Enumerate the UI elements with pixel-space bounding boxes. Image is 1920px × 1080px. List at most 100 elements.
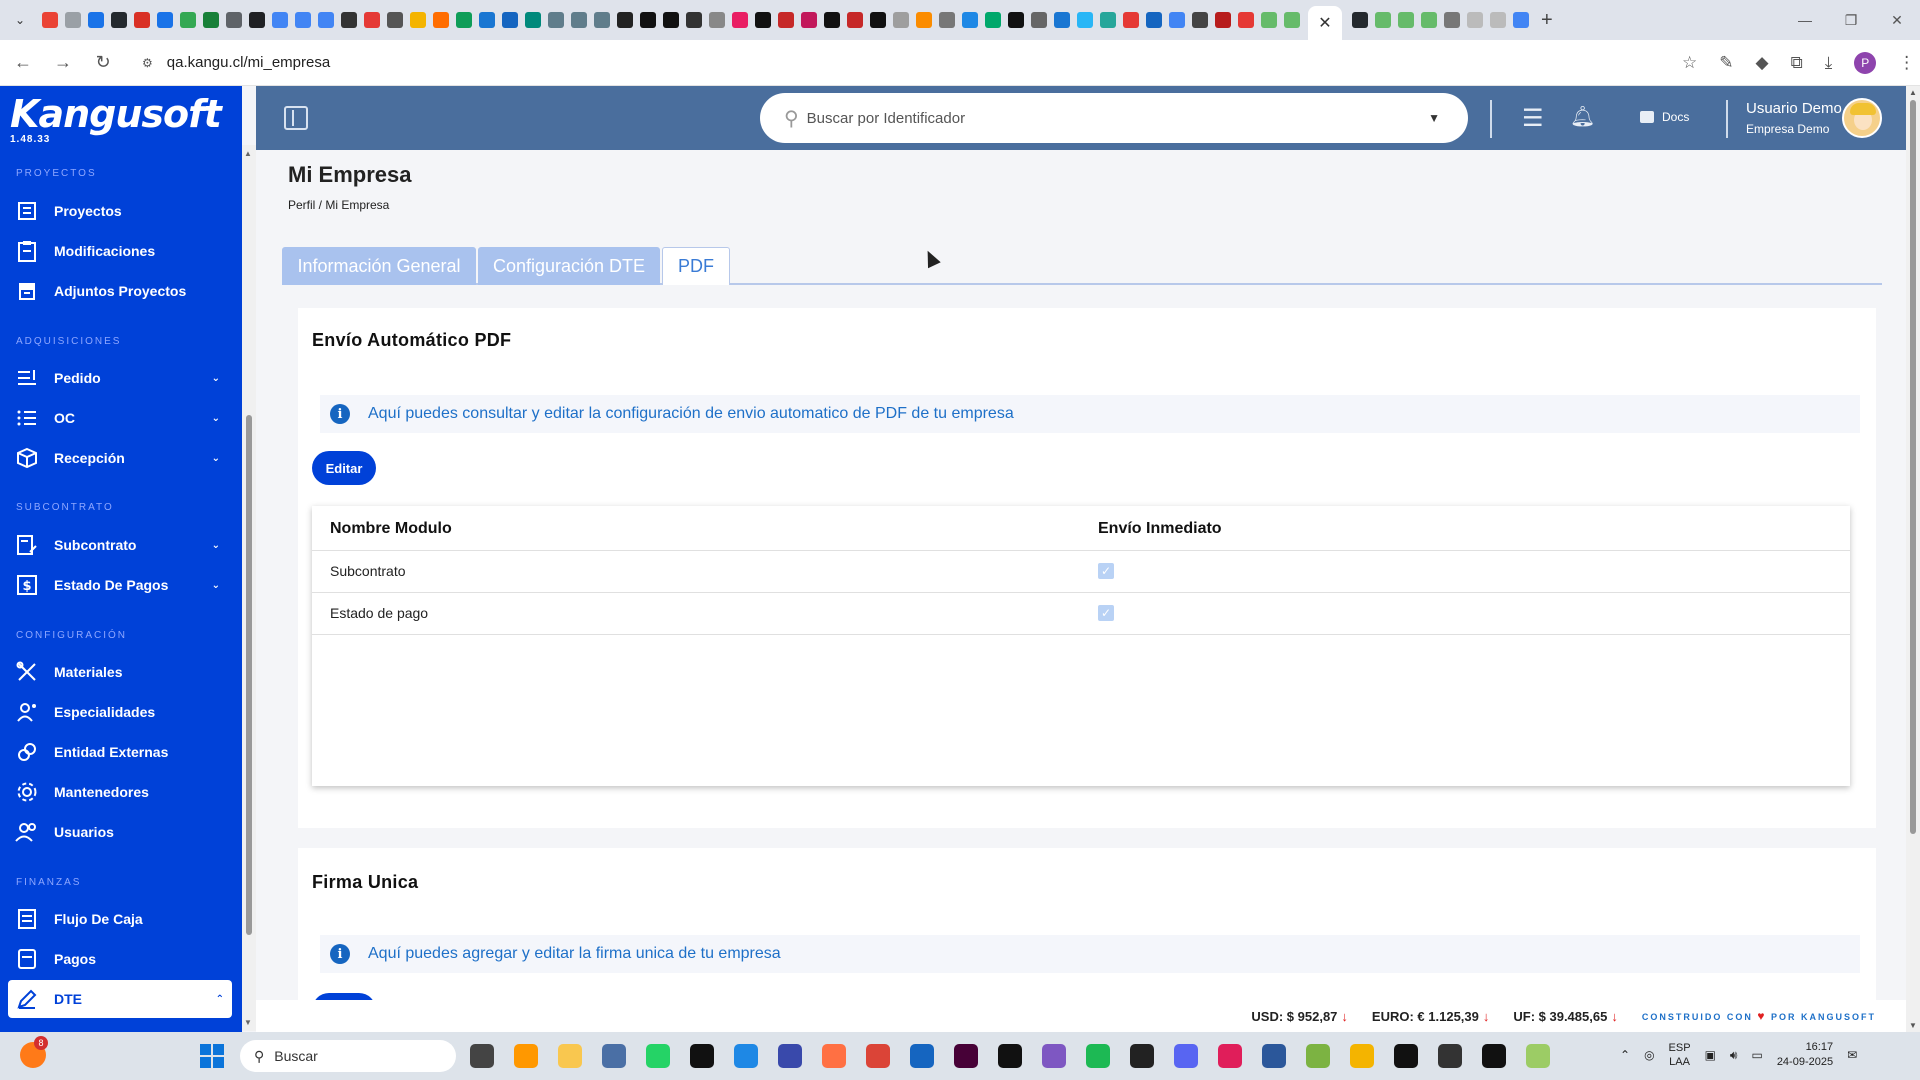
sidebar-item-estado-de-pagos[interactable]: $ Estado De Pagos ⌄ xyxy=(14,566,228,604)
tab-favicon[interactable] xyxy=(1169,12,1185,28)
close-window-icon[interactable]: ✕ xyxy=(1874,0,1920,40)
language-indicator[interactable]: ESP LAA xyxy=(1669,1041,1691,1069)
sidebar-item-pedido[interactable]: Pedido ⌄ xyxy=(14,359,228,397)
tab-configuracion-dte[interactable]: Configuración DTE xyxy=(478,247,660,285)
tab-favicon[interactable] xyxy=(1123,12,1139,28)
tab-favicon[interactable] xyxy=(571,12,587,28)
new-tab-plus-icon[interactable]: + xyxy=(1541,9,1553,32)
scroll-up-icon[interactable]: ▲ xyxy=(1909,88,1917,97)
task-view-icon[interactable] xyxy=(470,1044,494,1068)
tab-favicon[interactable] xyxy=(1513,12,1529,28)
tab-favicon[interactable] xyxy=(548,12,564,28)
terminal-icon[interactable] xyxy=(1130,1044,1154,1068)
tab-favicon[interactable] xyxy=(916,12,932,28)
sidebar-scrollbar[interactable]: ▲ ▼ xyxy=(242,145,256,1031)
tab-favicon[interactable] xyxy=(111,12,127,28)
address-bar[interactable]: ⚙ qa.kangu.cl/mi_empresa xyxy=(132,45,1662,80)
app-icon[interactable] xyxy=(1306,1044,1330,1068)
app-icon[interactable] xyxy=(690,1044,714,1068)
slack-icon[interactable] xyxy=(1218,1044,1242,1068)
kebab-menu-icon[interactable]: ⋮ xyxy=(1898,53,1915,73)
sidebar-toggle-icon[interactable] xyxy=(284,106,308,130)
word-icon[interactable] xyxy=(1262,1044,1286,1068)
chevron-up-icon[interactable]: ⌃ xyxy=(1620,1048,1630,1062)
scroll-up-icon[interactable]: ▲ xyxy=(244,149,252,158)
battery-icon[interactable]: ▭ xyxy=(1751,1048,1762,1062)
tab-list-chevron-icon[interactable]: ⌄ xyxy=(8,8,32,32)
tab-favicon[interactable] xyxy=(1398,12,1414,28)
app-icon[interactable] xyxy=(514,1044,538,1068)
tab-favicon[interactable] xyxy=(985,12,1001,28)
tab-favicon[interactable] xyxy=(1031,12,1047,28)
tab-favicon[interactable] xyxy=(1490,12,1506,28)
tab-favicon[interactable] xyxy=(1444,12,1460,28)
edit-button[interactable]: Editar xyxy=(312,451,376,485)
tab-favicon[interactable] xyxy=(134,12,150,28)
tab-favicon[interactable] xyxy=(318,12,334,28)
site-settings-icon[interactable]: ⚙ xyxy=(142,56,153,70)
tab-pdf[interactable]: PDF xyxy=(662,247,730,285)
profile-avatar-icon[interactable]: P xyxy=(1854,51,1877,74)
tab-favicon[interactable] xyxy=(157,12,173,28)
search-input[interactable]: ⚲ Buscar por Identificador ▼ xyxy=(760,93,1468,143)
tab-favicon[interactable] xyxy=(364,12,380,28)
notifications-icon[interactable]: ✉ xyxy=(1847,1048,1857,1062)
tab-favicon[interactable] xyxy=(203,12,219,28)
tab-favicon[interactable] xyxy=(1261,12,1277,28)
sidebar-item-proyectos[interactable]: Proyectos xyxy=(14,192,228,230)
tab-favicon[interactable] xyxy=(479,12,495,28)
sidebar-item-entidad-externas[interactable]: Entidad Externas xyxy=(14,733,228,771)
app-icon[interactable] xyxy=(1394,1044,1418,1068)
tab-favicon[interactable] xyxy=(847,12,863,28)
app-icon[interactable] xyxy=(1438,1044,1462,1068)
docs-link[interactable]: Docs xyxy=(1640,110,1689,124)
app-icon[interactable] xyxy=(734,1044,758,1068)
firefox-taskbar-icon[interactable]: 8 xyxy=(20,1036,48,1068)
tab-favicon[interactable] xyxy=(640,12,656,28)
tab-favicon[interactable] xyxy=(42,12,58,28)
tab-favicon[interactable] xyxy=(1375,12,1391,28)
tab-favicon[interactable] xyxy=(824,12,840,28)
app-icon[interactable] xyxy=(602,1044,626,1068)
tab-favicon[interactable] xyxy=(295,12,311,28)
chrome-icon[interactable] xyxy=(866,1044,890,1068)
sidebar-item-materiales[interactable]: Materiales xyxy=(14,653,228,691)
firefox-icon[interactable] xyxy=(822,1044,846,1068)
adobe-xd-icon[interactable] xyxy=(954,1044,978,1068)
page-scrollbar[interactable]: ▲ ▼ xyxy=(1906,86,1920,1032)
tab-favicon[interactable] xyxy=(962,12,978,28)
tab-favicon[interactable] xyxy=(755,12,771,28)
tab-favicon[interactable] xyxy=(1352,12,1368,28)
sidebar-item-especialidades[interactable]: Especialidades xyxy=(14,693,228,731)
reload-icon[interactable]: ↻ xyxy=(86,46,120,80)
sidebar-item-dte[interactable]: DTE ⌃ xyxy=(8,980,232,1018)
scroll-down-icon[interactable]: ▼ xyxy=(1909,1021,1917,1030)
sidebar-item-usuarios[interactable]: Usuarios xyxy=(14,813,228,851)
app-icon[interactable] xyxy=(1350,1044,1374,1068)
whatsapp-icon[interactable] xyxy=(646,1044,670,1068)
tab-favicon[interactable] xyxy=(456,12,472,28)
tab-favicon[interactable] xyxy=(226,12,242,28)
scroll-down-icon[interactable]: ▼ xyxy=(244,1018,252,1027)
tab-favicon[interactable] xyxy=(617,12,633,28)
tab-favicon[interactable] xyxy=(1421,12,1437,28)
sidebar-item-modificaciones[interactable]: Modificaciones xyxy=(14,232,228,270)
wifi-icon[interactable]: ▣ xyxy=(1705,1048,1716,1062)
tab-favicon[interactable] xyxy=(1284,12,1300,28)
tab-favicon[interactable] xyxy=(1054,12,1070,28)
app-icon[interactable] xyxy=(1482,1044,1506,1068)
tab-favicon[interactable] xyxy=(1192,12,1208,28)
tab-favicon[interactable] xyxy=(1077,12,1093,28)
tab-favicon[interactable] xyxy=(387,12,403,28)
tab-favicon[interactable] xyxy=(663,12,679,28)
volume-icon[interactable]: 🔊︎ xyxy=(1730,1048,1738,1063)
tab-favicon[interactable] xyxy=(502,12,518,28)
avatar[interactable] xyxy=(1842,98,1882,138)
tab-favicon[interactable] xyxy=(525,12,541,28)
tab-favicon[interactable] xyxy=(433,12,449,28)
tab-favicon[interactable] xyxy=(778,12,794,28)
sidebar-item-recepcion[interactable]: Recepción ⌄ xyxy=(14,439,228,477)
discord-icon[interactable] xyxy=(1174,1044,1198,1068)
active-tab-close-icon[interactable]: ✕ xyxy=(1308,6,1342,40)
page-scroll-thumb[interactable] xyxy=(1910,100,1916,834)
